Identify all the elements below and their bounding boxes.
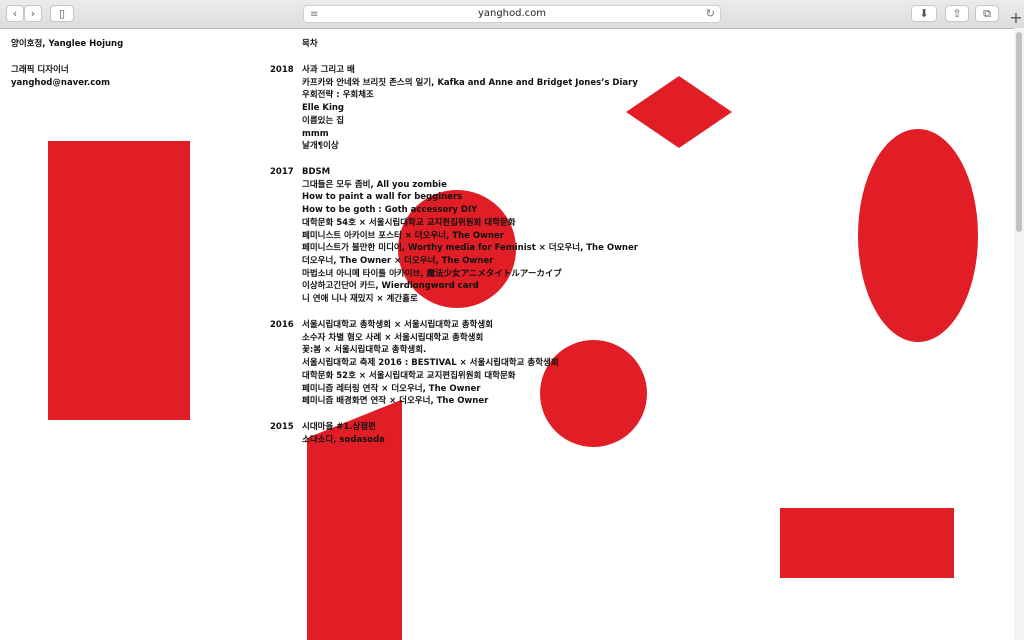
tabs-icon: ⧉	[983, 6, 991, 20]
project-link[interactable]: 서울시립대학교 축제 2016 : BESTIVAL × 서울시립대학교 총학생…	[302, 357, 559, 370]
project-link[interactable]: 페미니스트가 불만한 미디어, Worthy media for Feminis…	[302, 242, 638, 255]
project-link[interactable]: 소수자 차별 혐오 사례 × 서울시립대학교 총학생회	[302, 332, 559, 345]
download-icon: ⬇	[919, 7, 929, 20]
year-2017-list: BDSM 그대들은 모두 좀비, All you zombie How to p…	[302, 166, 638, 306]
project-link[interactable]: How to paint a wall for begginers	[302, 191, 638, 204]
project-link[interactable]: 페미니즘 배경화면 연작 × 더오우너, The Owner	[302, 395, 559, 408]
year-2017: 2017	[270, 167, 294, 177]
vertical-scrollbar[interactable]	[1014, 28, 1024, 640]
project-link[interactable]: 대학문화 54호 × 서울시립대학교 교지편집위원회 대학문화	[302, 217, 638, 230]
share-icon: ⇧	[952, 7, 962, 20]
sidebar-button[interactable]: ▯	[50, 5, 74, 22]
profile-email[interactable]: yanghod@naver.com	[11, 77, 110, 90]
red-rectangle-left	[48, 141, 190, 420]
share-button[interactable]: ⇧	[945, 5, 969, 22]
project-link[interactable]: 꽃:봄 × 서울시립대학교 총학생회.	[302, 344, 559, 357]
year-2015: 2015	[270, 422, 294, 432]
forward-button[interactable]: ›	[24, 5, 42, 22]
year-2016: 2016	[270, 320, 294, 330]
project-link[interactable]: 니 연애 니나 재밌지 × 계간홀로	[302, 293, 638, 306]
scrollbar-thumb[interactable]	[1016, 32, 1022, 232]
new-tab-button[interactable]: +	[1008, 8, 1024, 28]
url-text: yanghod.com	[477, 8, 547, 19]
sidebar-icon: ▯	[58, 7, 66, 20]
back-button[interactable]: ‹	[6, 5, 24, 22]
download-button[interactable]: ⬇	[911, 5, 937, 22]
project-link[interactable]: 이상하고긴단어 카드, Wierdlongword card	[302, 280, 638, 293]
chevron-left-icon: ‹	[12, 7, 18, 20]
project-link[interactable]: 소다소다, sodasoda	[302, 434, 385, 447]
reload-icon[interactable]: ↻	[706, 7, 715, 20]
toc-title: 목차	[302, 39, 318, 49]
plus-icon: +	[1009, 8, 1023, 27]
project-link[interactable]: 대학문화 52호 × 서울시립대학교 교지편집위원회 대학문화	[302, 370, 559, 383]
project-link[interactable]: 사과 그리고 배	[302, 64, 638, 77]
project-link[interactable]: 날개¶이상	[302, 140, 638, 153]
year-2018: 2018	[270, 65, 294, 75]
project-link[interactable]: 더오우너, The Owner × 더오우너, The Owner	[302, 255, 638, 268]
project-link[interactable]: 서울시립대학교 총학생회 × 서울시립대학교 총학생회	[302, 319, 559, 332]
red-rectangle-right	[780, 508, 954, 578]
project-link[interactable]: 이름있는 집	[302, 115, 638, 128]
red-ellipse	[858, 129, 978, 342]
project-link[interactable]: How to be goth : Goth accessory DIY	[302, 204, 638, 217]
project-link[interactable]: 페미니즘 레터링 연작 × 더오우너, The Owner	[302, 383, 559, 396]
page-content: 양이호정, Yanglee Hojung 그래픽 디자이너 yanghod@na…	[0, 29, 1014, 640]
project-link[interactable]: 페미니스트 아카이브 포스터 × 더오우너, The Owner	[302, 230, 638, 243]
chevron-right-icon: ›	[30, 7, 36, 20]
red-diamond	[626, 76, 732, 148]
project-link[interactable]: Elle King	[302, 102, 638, 115]
project-link[interactable]: 우회전략 : 우회체조	[302, 89, 638, 102]
project-link[interactable]: 카프카와 안네와 브리짓 존스의 일기, Kafka and Anne and …	[302, 77, 638, 90]
year-2016-list: 서울시립대학교 총학생회 × 서울시립대학교 총학생회 소수자 차별 혐오 사례…	[302, 319, 559, 408]
year-2015-list: 시대마을 #1.상점편 소다소다, sodasoda	[302, 421, 385, 446]
project-link[interactable]: 그대들은 모두 좀비, All you zombie	[302, 179, 638, 192]
profile-role: 그래픽 디자이너	[11, 65, 69, 75]
project-link[interactable]: BDSM	[302, 166, 638, 179]
address-bar[interactable]: ≡ yanghod.com ↻	[303, 5, 721, 23]
year-2018-list: 사과 그리고 배 카프카와 안네와 브리짓 존스의 일기, Kafka and …	[302, 64, 638, 153]
tabs-button[interactable]: ⧉	[975, 5, 999, 22]
browser-toolbar: ‹ › ▯ ≡ yanghod.com ↻ ⬇ ⇧ ⧉ +	[0, 0, 1024, 29]
project-link[interactable]: 시대마을 #1.상점편	[302, 421, 385, 434]
project-link[interactable]: 마법소녀 아니메 타이틀 아카이브, 魔法少女アニメタイトルアーカイブ	[302, 268, 638, 281]
profile-name: 양이호정, Yanglee Hojung	[11, 39, 124, 49]
project-link[interactable]: mmm	[302, 128, 638, 141]
